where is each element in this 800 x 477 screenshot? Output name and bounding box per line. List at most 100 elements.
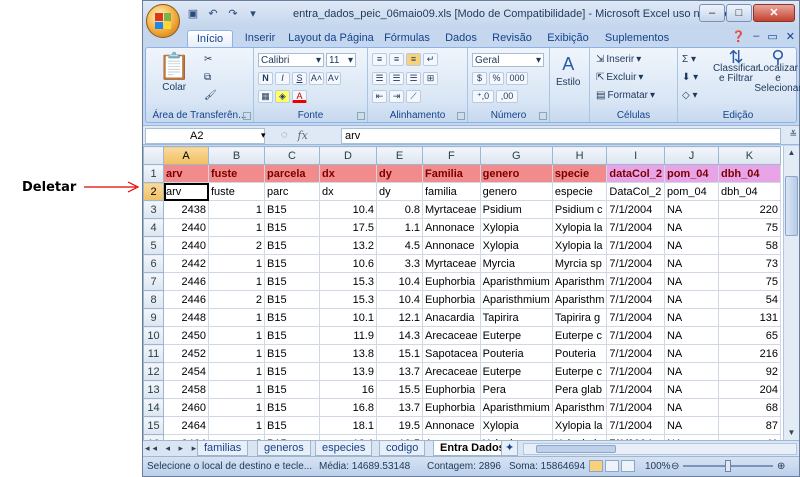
bold-button[interactable]: N [258, 72, 273, 85]
cell[interactable]: 16 [319, 380, 377, 399]
cell[interactable]: fuste [208, 164, 265, 183]
clipboard-launcher-icon[interactable] [243, 112, 251, 120]
cell[interactable]: 1 [208, 200, 265, 219]
cell[interactable]: 11.9 [319, 326, 377, 345]
copy-icon[interactable]: ⧉ [204, 72, 211, 83]
cell[interactable]: B15 [264, 326, 320, 345]
cell[interactable]: NA [663, 326, 719, 345]
cell[interactable]: NA [663, 254, 719, 273]
column-header-e[interactable]: E [376, 146, 423, 165]
cell[interactable]: 1.1 [376, 218, 423, 237]
column-header-i[interactable]: I [606, 146, 665, 165]
font-launcher-icon[interactable] [357, 112, 365, 120]
tab-revisao[interactable]: Revisão [487, 30, 537, 47]
cell[interactable]: genero [479, 164, 553, 183]
scroll-down-icon[interactable]: ▼ [784, 426, 799, 440]
cell[interactable]: Aparisthm [551, 398, 608, 417]
chevron-down-icon[interactable]: ▾ [261, 130, 266, 141]
cell[interactable]: Psidium [479, 200, 553, 219]
cell[interactable]: 17.5 [319, 218, 377, 237]
cell[interactable]: Xylopia la [551, 236, 608, 255]
cell[interactable]: B15 [264, 272, 320, 291]
cell[interactable]: 7/1/2004 [606, 290, 665, 309]
row-header[interactable]: 8 [143, 290, 164, 309]
cell[interactable]: Sapotacea [422, 344, 481, 363]
cell[interactable]: dataCol_2 [606, 164, 665, 183]
cell[interactable]: Myrtaceae [422, 200, 481, 219]
fill-icon[interactable]: ⬇ ▾ [682, 72, 698, 83]
merge-cells-icon[interactable]: ⊞ [423, 72, 438, 85]
cell[interactable]: 0.8 [376, 200, 423, 219]
cell[interactable]: 65 [717, 326, 781, 345]
scroll-up-icon[interactable]: ▲ [784, 146, 799, 160]
cell[interactable]: Arecaceae [422, 362, 481, 381]
find-select-button[interactable]: ⚲ Localizar e Selecionar [754, 48, 800, 98]
cell[interactable]: NA [663, 380, 719, 399]
cell[interactable]: 14.3 [376, 326, 423, 345]
cell[interactable]: Pera [479, 380, 553, 399]
autosum-icon[interactable]: Σ ▾ [682, 54, 696, 65]
cell[interactable]: 7/1/2004 [606, 200, 665, 219]
maximize-button[interactable]: □ [726, 4, 752, 22]
cell[interactable]: 131 [717, 308, 781, 327]
cell[interactable]: 1 [208, 380, 265, 399]
sheet-tab-generos[interactable]: generos [257, 441, 311, 456]
cell[interactable]: 75 [717, 272, 781, 291]
minimize-button[interactable]: – [699, 4, 725, 22]
align-middle-icon[interactable]: ≡ [389, 53, 404, 66]
cell[interactable]: 7/1/2004 [606, 344, 665, 363]
align-right-icon[interactable]: ☰ [406, 72, 421, 85]
cell[interactable]: NA [663, 236, 719, 255]
cell[interactable]: Pera glab [551, 380, 608, 399]
insert-function-icon[interactable]: fx [298, 129, 308, 142]
cell[interactable]: 13.7 [376, 362, 423, 381]
increase-decimal-icon[interactable]: ⁺,0 [472, 90, 494, 103]
cell[interactable]: 2460 [163, 398, 209, 417]
cell[interactable]: 18.1 [319, 416, 377, 435]
cell[interactable]: Xylopia [479, 218, 553, 237]
zoom-level[interactable]: 100% [645, 461, 671, 472]
cell[interactable]: arv [163, 164, 209, 183]
cell[interactable]: Annonace [422, 416, 481, 435]
row-header[interactable]: 3 [143, 200, 164, 219]
cell[interactable]: 2 [208, 290, 265, 309]
sheet-tab-entra-dados[interactable]: Entra Dados [433, 441, 512, 456]
cell[interactable]: 1 [208, 344, 265, 363]
align-top-icon[interactable]: ≡ [372, 53, 387, 66]
number-format-select[interactable]: Geral ▾ [472, 53, 544, 67]
cell[interactable]: dy [376, 164, 423, 183]
cell[interactable]: 15.3 [319, 272, 377, 291]
formula-input[interactable]: arv [341, 128, 781, 144]
page-break-view-icon[interactable] [621, 460, 635, 472]
cell[interactable]: parcela [264, 164, 320, 183]
cell[interactable]: Tapirira [479, 308, 553, 327]
shrink-font-icon[interactable]: A˅ [326, 72, 341, 85]
cell[interactable]: 7/1/2004 [606, 272, 665, 291]
cell[interactable]: 1 [208, 416, 265, 435]
cell[interactable]: NA [663, 362, 719, 381]
vertical-scrollbar[interactable]: ▲ ▼ [783, 146, 799, 440]
align-left-icon[interactable]: ☰ [372, 72, 387, 85]
cell[interactable]: 2438 [163, 200, 209, 219]
cell[interactable]: 15.5 [376, 380, 423, 399]
cell[interactable]: 2440 [163, 218, 209, 237]
cell[interactable]: 1 [208, 362, 265, 381]
underline-button[interactable]: S [292, 72, 307, 85]
cell[interactable]: B15 [264, 290, 320, 309]
cell[interactable]: Euphorbia [422, 380, 481, 399]
cell[interactable]: 92 [717, 362, 781, 381]
cell[interactable]: 10.4 [376, 272, 423, 291]
cell[interactable]: Xylopia la [551, 416, 608, 435]
row-header[interactable]: 5 [143, 236, 164, 255]
cell[interactable]: arv [163, 182, 209, 201]
row-header[interactable]: 14 [143, 398, 164, 417]
wrap-text-icon[interactable]: ↵ [423, 53, 438, 66]
cell[interactable]: Euterpe c [551, 362, 608, 381]
percent-button[interactable]: % [489, 72, 504, 85]
decrease-indent-icon[interactable]: ⇤ [372, 90, 387, 103]
column-header-f[interactable]: F [422, 146, 481, 165]
cell[interactable]: 7/1/2004 [606, 308, 665, 327]
office-button[interactable] [146, 4, 180, 38]
format-painter-icon[interactable]: 🖌 [204, 90, 217, 101]
cell[interactable]: NA [663, 200, 719, 219]
